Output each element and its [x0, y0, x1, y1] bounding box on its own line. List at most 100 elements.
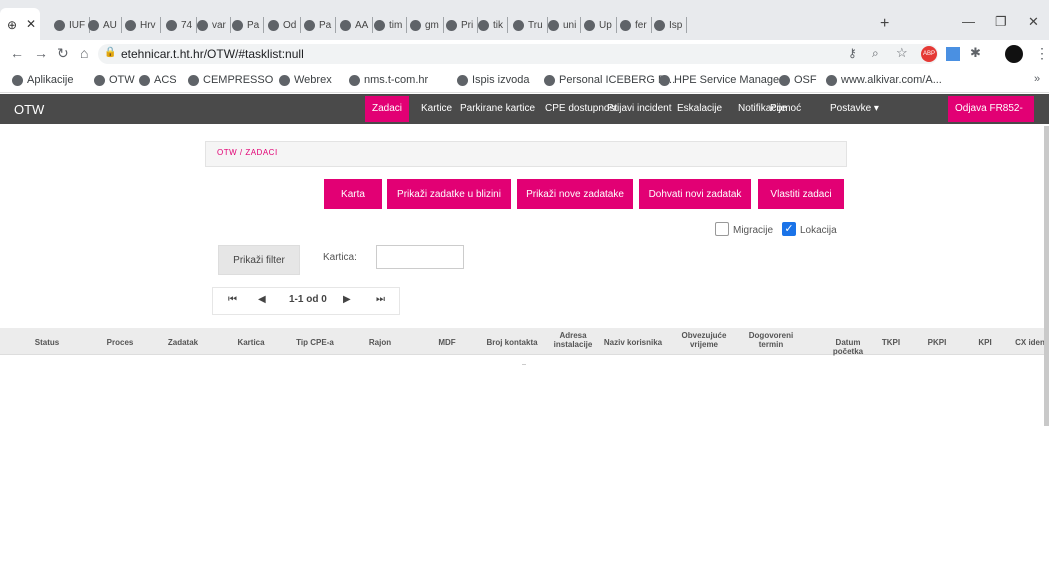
app-brand[interactable]: OTW	[14, 102, 44, 117]
forward-icon[interactable]: →	[34, 45, 48, 61]
bookmark-item[interactable]: Aplikacije	[12, 74, 73, 86]
reload-icon[interactable]: ↻	[57, 45, 69, 62]
action-button[interactable]: Karta	[324, 179, 382, 209]
table-column-header[interactable]: KPI	[975, 338, 995, 347]
browser-tab[interactable]: Hrv	[125, 15, 161, 35]
tab-separator	[442, 17, 444, 33]
translate-extension-icon[interactable]	[946, 47, 960, 61]
logout-button[interactable]: Odjava FR852-09	[948, 96, 1034, 140]
favicon-icon	[446, 19, 457, 31]
close-tab-icon[interactable]: ✕	[26, 17, 36, 31]
nav-item[interactable]: Pomoć	[763, 96, 808, 122]
action-button[interactable]: Prikaži zadatke u blizini	[387, 179, 511, 209]
table-column-header[interactable]: Dogovoreni termin	[743, 331, 799, 349]
first-page-icon[interactable]: ⏮	[228, 294, 237, 305]
tab-title: Isp	[669, 19, 683, 31]
show-filter-button[interactable]: Prikaži filter	[218, 245, 300, 275]
action-button[interactable]: Vlastiti zadaci	[758, 179, 844, 209]
nav-item[interactable]: Parkirane kartice	[453, 96, 542, 122]
table-column-header[interactable]: PKPI	[927, 338, 947, 347]
zoom-icon[interactable]: ⌕	[872, 46, 879, 61]
favicon-icon	[654, 19, 665, 31]
chrome-icon: ⊕	[7, 18, 18, 32]
table-column-header[interactable]: Naziv korisnika	[596, 338, 670, 347]
bookmark-item[interactable]: ACS	[139, 74, 177, 86]
maximize-icon[interactable]: ❐	[995, 14, 1007, 30]
browser-tab[interactable]: Pa	[304, 15, 337, 35]
browser-tab[interactable]: Up	[584, 15, 617, 35]
browser-tab[interactable]: fer	[620, 15, 652, 35]
table-column-header[interactable]: MDF	[432, 338, 462, 347]
extensions-puzzle-icon[interactable]: ✱	[970, 45, 981, 61]
bookmark-label: www.alkivar.com/A...	[841, 74, 942, 86]
browser-tab[interactable]: uni	[548, 15, 582, 35]
breadcrumb-text[interactable]: OTW / ZADACI	[217, 148, 278, 157]
kebab-menu-icon[interactable]: ⋮	[1035, 45, 1049, 62]
bookmark-item[interactable]: HPE Service Manager	[659, 74, 783, 86]
key-icon[interactable]: ⚷	[848, 46, 857, 60]
lokacija-checkbox[interactable]: ✓	[782, 222, 796, 236]
page-scrollbar[interactable]	[1044, 126, 1049, 426]
table-column-header[interactable]: Tip CPE-a	[290, 338, 340, 347]
next-page-icon[interactable]: ▶	[343, 294, 351, 305]
browser-tab[interactable]: Isp	[654, 15, 688, 35]
bookmark-item[interactable]: Personal ICEBERG D...	[544, 74, 675, 86]
browser-tab[interactable]: Od	[268, 15, 302, 35]
favicon-icon	[513, 19, 524, 31]
tab-title: AU	[103, 19, 117, 31]
close-window-icon[interactable]: ✕	[1028, 14, 1039, 30]
nav-item[interactable]: Postavke ▾	[823, 96, 886, 122]
back-icon[interactable]: ←	[10, 45, 24, 61]
browser-tab[interactable]: var	[197, 15, 231, 35]
profile-avatar[interactable]	[1005, 45, 1023, 63]
bookmark-item[interactable]: nms.t-com.hr	[349, 74, 428, 86]
kartica-input[interactable]	[376, 245, 464, 269]
browser-tab[interactable]: Tru	[513, 15, 548, 35]
browser-tab[interactable]: AA	[340, 15, 374, 35]
browser-tab[interactable]: tim	[374, 15, 408, 35]
table-column-header[interactable]: Broj kontakta	[482, 338, 542, 347]
tab-title: Up	[599, 19, 612, 31]
bookmark-label: Personal ICEBERG D...	[559, 74, 676, 86]
last-page-icon[interactable]: ⏭	[376, 294, 385, 305]
migracije-checkbox[interactable]	[715, 222, 729, 236]
nav-item[interactable]: Zadaci	[365, 96, 410, 122]
browser-tab[interactable]: 74	[166, 15, 198, 35]
browser-tab[interactable]: Pri	[446, 15, 479, 35]
table-column-header[interactable]: Kartica	[231, 338, 271, 347]
tab-title: var	[212, 19, 226, 31]
adblock-icon[interactable]: ABP	[921, 46, 937, 62]
bookmark-item[interactable]: CEMPRESSO	[188, 74, 273, 86]
more-bookmarks-icon[interactable]: »	[1034, 73, 1040, 85]
minimize-icon[interactable]: —	[962, 14, 975, 29]
bookmark-item[interactable]: OSF	[779, 74, 817, 86]
table-column-header[interactable]: Rajon	[365, 338, 395, 347]
action-button[interactable]: Prikaži nove zadatake	[517, 179, 633, 209]
bookmark-item[interactable]: OTW	[94, 74, 135, 86]
table-column-header[interactable]: TKPI	[881, 338, 901, 347]
table-column-header[interactable]: Status	[22, 338, 72, 347]
new-tab-icon[interactable]: +	[880, 15, 889, 33]
bookmark-item[interactable]: www.alkivar.com/A...	[826, 74, 942, 86]
browser-tab[interactable]: gm	[410, 15, 444, 35]
table-column-header[interactable]: Zadatak	[163, 338, 203, 347]
table-column-header[interactable]: Adresa instalacije	[548, 331, 598, 349]
bookmark-item[interactable]: Ispis izvoda	[457, 74, 529, 86]
nav-item[interactable]: Eskalacije	[670, 96, 729, 122]
favicon-icon	[620, 19, 631, 31]
browser-tab[interactable]: IUF	[54, 15, 91, 35]
bookmark-item[interactable]: Webrex	[279, 74, 332, 86]
nav-item[interactable]: Prijavi incident	[600, 96, 678, 122]
empty-table-marker	[522, 364, 526, 365]
table-column-header[interactable]: Datum početka	[822, 338, 874, 356]
browser-tab[interactable]: AU	[88, 15, 122, 35]
table-column-header[interactable]: Obvezujuće vrijeme	[678, 331, 730, 349]
browser-tab[interactable]: tik	[478, 15, 508, 35]
table-column-header[interactable]: Proces	[100, 338, 140, 347]
browser-tab[interactable]: Pa	[232, 15, 265, 35]
prev-page-icon[interactable]: ◀	[258, 294, 266, 305]
star-icon[interactable]: ☆	[896, 45, 908, 61]
home-icon[interactable]: ⌂	[80, 45, 88, 61]
tab-separator	[263, 17, 265, 33]
action-button[interactable]: Dohvati novi zadatak	[639, 179, 751, 209]
